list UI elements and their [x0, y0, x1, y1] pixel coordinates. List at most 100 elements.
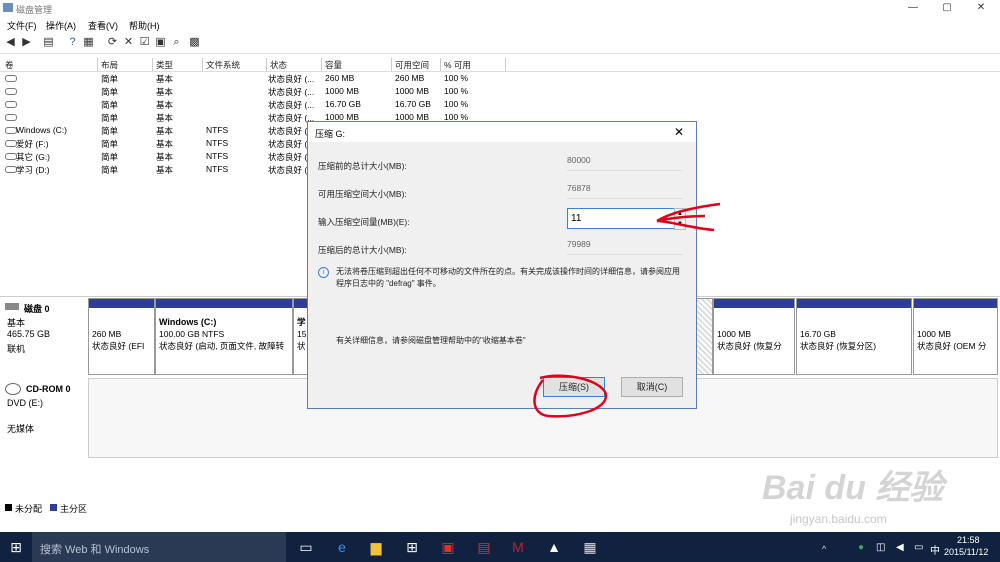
edge-icon[interactable]: e [332, 537, 352, 557]
volume-free: 260 MB [395, 73, 425, 83]
dialog-close-icon[interactable]: ✕ [674, 125, 684, 139]
clock-time[interactable]: 21:58 [957, 535, 980, 545]
message-icon[interactable]: ▭ [914, 542, 923, 553]
delete-icon[interactable]: ✕ [122, 36, 135, 49]
disk-type: 基本 [7, 318, 26, 328]
search-icon[interactable]: ⌕ [170, 36, 183, 49]
partition-efi[interactable]: 260 MB 状态良好 (EFI [88, 298, 155, 375]
col-layout[interactable]: 布局 [101, 59, 118, 71]
partition-hatched[interactable] [695, 298, 713, 375]
network-icon[interactable]: ◫ [876, 542, 885, 553]
volume-row[interactable]: 简单 基本 状态良好 (... 16.70 GB 16.70 GB 100 % [0, 98, 1000, 111]
col-status[interactable]: 状态 [270, 59, 287, 71]
partition-size: 16.70 GB [800, 329, 836, 339]
volume-layout: 简单 [101, 152, 119, 162]
taskbar-search[interactable]: 搜索 Web 和 Windows [32, 532, 286, 562]
volume-layout: 简单 [101, 165, 119, 175]
app-icon-red[interactable]: ▣ [438, 537, 458, 557]
tray-expand-icon[interactable]: ^ [822, 544, 826, 554]
volume-fs: NTFS [206, 125, 229, 135]
console-tree-icon[interactable]: ▤ [42, 36, 55, 49]
menu-view[interactable]: 查看(V) [88, 19, 118, 32]
volume-layout: 简单 [101, 100, 119, 110]
cdrom-icon [5, 383, 21, 395]
available-size-label: 可用压缩空间大小(MB): [318, 189, 407, 199]
partition-size: 1000 MB [717, 329, 752, 339]
volume-fs: NTFS [206, 151, 229, 161]
partition-status: 状态良好 (恢复分区) [800, 341, 877, 351]
volume-capacity: 16.70 GB [325, 99, 361, 109]
minimize-button[interactable]: — [906, 2, 920, 14]
col-filesystem[interactable]: 文件系统 [206, 59, 240, 71]
cancel-button[interactable]: 取消(C) [621, 377, 683, 397]
ime-indicator[interactable]: 中 [930, 542, 940, 557]
spin-buttons[interactable]: ▲ ▼ [674, 208, 686, 230]
total-size-value: 80000 [567, 155, 683, 171]
col-capacity[interactable]: 容量 [325, 59, 342, 71]
volume-status: 状态良好 (... [268, 74, 315, 84]
after-size-label: 压缩后的总计大小(MB): [318, 245, 407, 255]
volume-icon-tray[interactable]: ◀ [896, 542, 904, 553]
task-view-icon[interactable]: ▭ [296, 537, 316, 557]
dialog-title-bar: 压缩 G: ✕ [308, 122, 696, 142]
partition-status: 状态良好 (启动, 页面文件, 故障转 [159, 341, 285, 351]
volume-name: Windows (C:) [16, 125, 68, 135]
photos-icon[interactable]: ▲ [544, 537, 564, 557]
partition-recovery-1[interactable]: 1000 MB 状态良好 (恢复分 [713, 298, 795, 375]
settings-icon[interactable]: ▩ [188, 36, 201, 49]
disk-management-icon [3, 3, 13, 12]
open-icon[interactable]: ▣ [154, 36, 167, 49]
total-size-label: 压缩前的总计大小(MB): [318, 161, 407, 171]
partition-status: 状态良好 (EFI [92, 341, 145, 351]
volume-free: 1000 MB [395, 86, 430, 96]
disk-management-taskbar-icon[interactable]: ▦ [580, 537, 600, 557]
menu-help[interactable]: 帮助(H) [129, 19, 160, 32]
col-free[interactable]: 可用空间 [395, 59, 429, 71]
legend-primary: 主分区 [60, 504, 88, 514]
volume-pct-free: 100 % [444, 99, 469, 109]
info-icon: i [318, 267, 329, 278]
check-icon[interactable]: ☑ [138, 36, 151, 49]
start-icon[interactable]: ⊞ [6, 537, 26, 557]
shrink-button[interactable]: 压缩(S) [543, 377, 605, 397]
file-explorer-icon[interactable]: ▆ [366, 537, 386, 557]
properties-icon[interactable]: ▦ [82, 36, 95, 49]
shrink-amount-input[interactable]: 11 [567, 208, 676, 229]
volume-type: 基本 [156, 100, 174, 110]
col-volume[interactable]: 卷 [5, 59, 14, 71]
help-icon[interactable]: ? [66, 36, 79, 49]
volume-status: 状态良好 (... [268, 100, 315, 110]
col-pct-free[interactable]: % 可用 [444, 59, 471, 71]
tray-app-icon[interactable]: ● [858, 542, 864, 553]
volume-status: 状态良好 (... [268, 87, 315, 97]
menu-action[interactable]: 操作(A) [46, 19, 76, 32]
disk-icon [5, 303, 19, 310]
partition-status: 状态良好 (OEM 分 [917, 341, 987, 351]
disk-0-info[interactable]: 磁盘 0 基本 465.75 GB 联机 [2, 300, 88, 372]
mcafee-icon[interactable]: M [508, 537, 528, 557]
col-type[interactable]: 类型 [156, 59, 173, 71]
maximize-button[interactable]: ▢ [940, 2, 954, 14]
partition-status: 状态良好 (恢复分 [717, 341, 782, 351]
partition-recovery-2[interactable]: 16.70 GB 状态良好 (恢复分区) [796, 298, 912, 375]
volume-type: 基本 [156, 87, 174, 97]
clock-date[interactable]: 2015/11/12 [944, 547, 988, 557]
app-icon-document[interactable]: ▤ [474, 537, 494, 557]
refresh-icon[interactable]: ⟳ [106, 36, 119, 49]
toolbar: ◀ ▶ ▤ ? ▦ ⟳ ✕ ☑ ▣ ⌕ ▩ [0, 33, 1000, 54]
partition-oem[interactable]: 1000 MB 状态良好 (OEM 分 [913, 298, 998, 375]
cdrom-drive: DVD (E:) [7, 398, 43, 408]
volume-fs: NTFS [206, 164, 229, 174]
volume-row[interactable]: 简单 基本 状态良好 (... 1000 MB 1000 MB 100 % [0, 85, 1000, 98]
back-icon[interactable]: ◀ [4, 36, 17, 49]
menu-file[interactable]: 文件(F) [7, 19, 37, 32]
volume-pct-free: 100 % [444, 86, 469, 96]
volume-capacity: 260 MB [325, 73, 355, 83]
forward-icon[interactable]: ▶ [20, 36, 33, 49]
partition-windows-c[interactable]: Windows (C:) 100.00 GB NTFS 状态良好 (启动, 页面… [155, 298, 293, 375]
store-icon[interactable]: ⊞ [402, 537, 422, 557]
cdrom-0-info[interactable]: CD-ROM 0 DVD (E:) 无媒体 [2, 380, 88, 456]
close-button[interactable]: ✕ [974, 2, 988, 14]
volume-row[interactable]: 简单 基本 状态良好 (... 260 MB 260 MB 100 % [0, 72, 1000, 85]
watermark-brand: Bai du 经验 [762, 469, 944, 507]
